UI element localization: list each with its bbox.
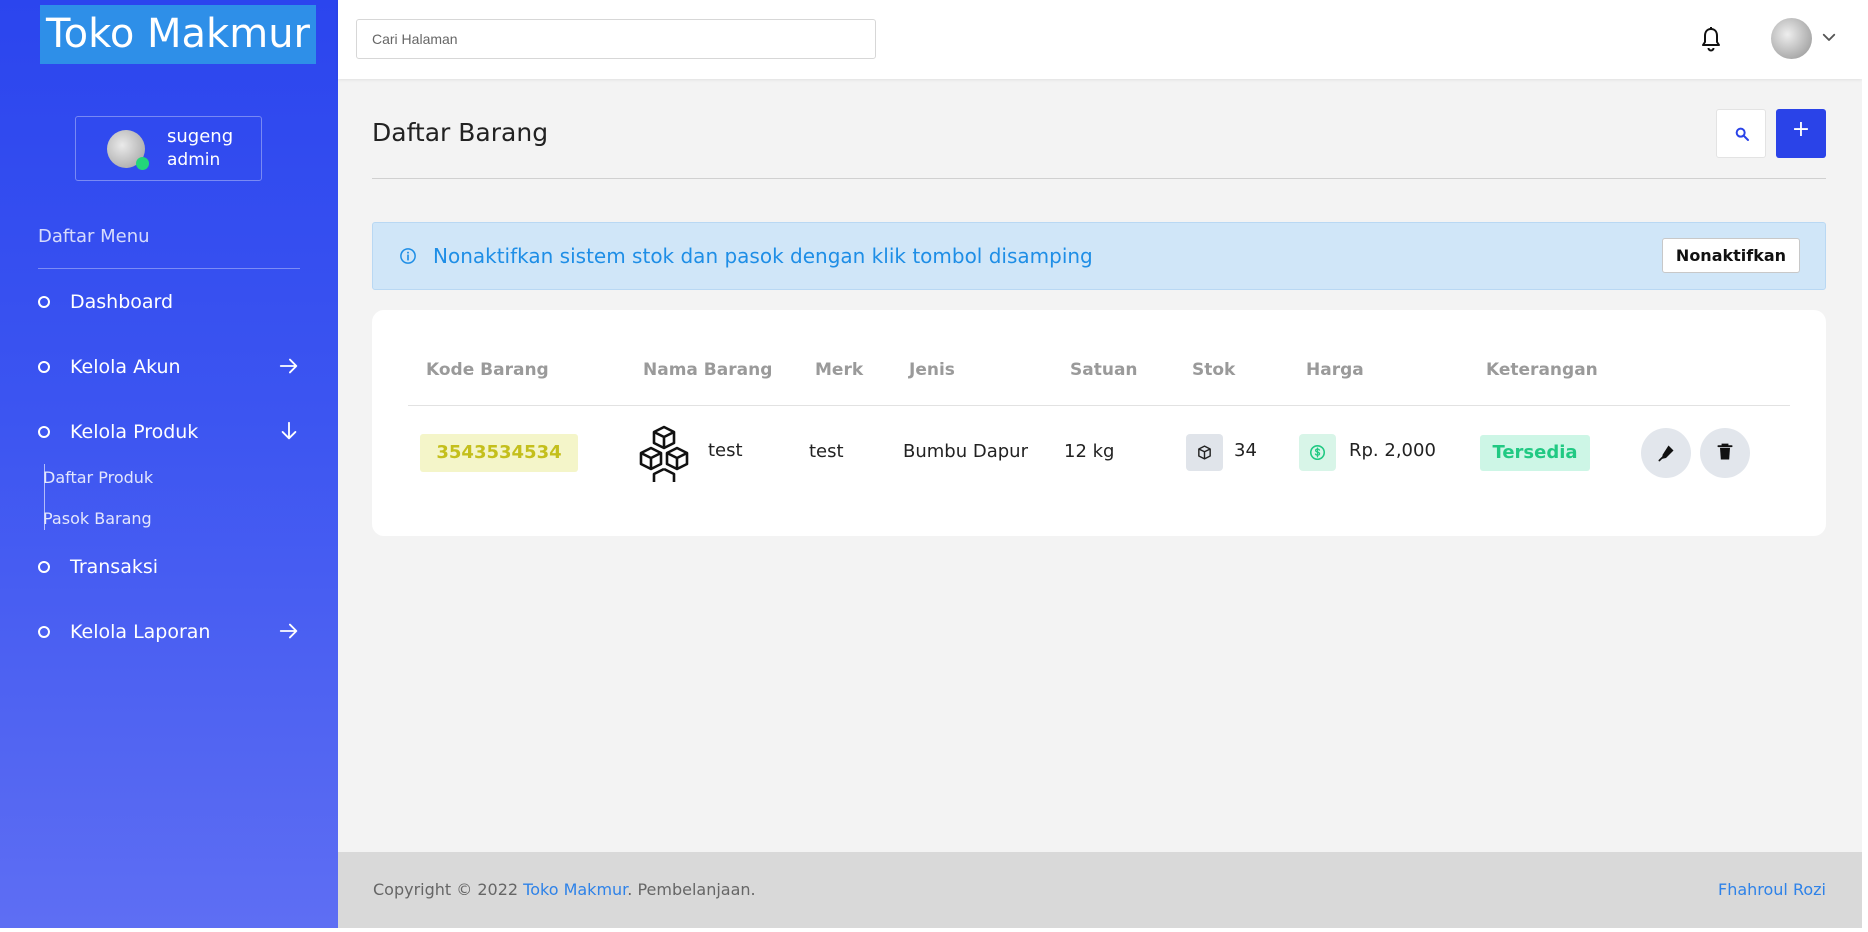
boxes-icon	[639, 425, 689, 482]
sidebar-item-kelola-laporan[interactable]: Kelola Laporan	[38, 612, 300, 652]
page-title: Daftar Barang	[372, 118, 549, 147]
column-header-kode: Kode Barang	[426, 360, 549, 380]
online-status-icon	[136, 157, 149, 170]
column-header-stok: Stok	[1192, 360, 1236, 380]
app-window: Toko Makmur sugeng admin Daftar Menu Das…	[0, 0, 1862, 928]
sidebar-item-label: Kelola Laporan	[70, 621, 211, 643]
user-name: sugeng	[167, 126, 234, 147]
item-code-badge: 3543534534	[420, 434, 578, 472]
footer-suffix: . Pembelanjaan.	[627, 880, 756, 899]
menu-divider	[38, 268, 300, 269]
item-unit: 12 kg	[1064, 441, 1115, 462]
price-icon-wrap	[1299, 434, 1336, 471]
chevron-down-icon[interactable]	[1820, 28, 1838, 46]
add-item-button[interactable]: +	[1776, 109, 1826, 158]
top-bar	[338, 0, 1862, 79]
search-icon	[1735, 127, 1749, 141]
footer-brand-link[interactable]: Toko Makmur	[523, 880, 627, 899]
sidebar-item-kelola-produk[interactable]: Kelola Produk	[38, 412, 300, 452]
column-header-jenis: Jenis	[909, 360, 955, 380]
disable-button[interactable]: Nonaktifkan	[1662, 238, 1800, 273]
info-alert: Nonaktifkan sistem stok dan pasok dengan…	[372, 222, 1826, 290]
author-link[interactable]: Fhahroul Rozi	[1718, 880, 1826, 899]
sidebar: Toko Makmur sugeng admin Daftar Menu Das…	[0, 0, 338, 928]
window-edge	[0, 928, 1868, 932]
sidebar-item-label: Kelola Akun	[70, 356, 181, 378]
info-icon	[400, 248, 416, 264]
item-type: Bumbu Dapur	[903, 441, 1028, 462]
item-price: Rp. 2,000	[1349, 440, 1436, 461]
status-badge: Tersedia	[1480, 435, 1590, 471]
arrow-right-icon	[279, 623, 298, 639]
delete-button[interactable]	[1700, 428, 1750, 478]
product-table: Kode Barang Nama Barang Merk Jenis Satua…	[372, 310, 1826, 536]
copyright-text: Copyright © 2022	[373, 880, 524, 899]
circle-icon	[38, 361, 50, 373]
bell-icon[interactable]	[1699, 26, 1723, 52]
sidebar-item-label: Dashboard	[70, 291, 174, 313]
sidebar-subitem-pasok-barang[interactable]: Pasok Barang	[43, 509, 152, 528]
sidebar-item-kelola-akun[interactable]: Kelola Akun	[38, 347, 300, 387]
column-header-merk: Merk	[815, 360, 864, 380]
circle-icon	[38, 426, 50, 438]
sidebar-item-label: Kelola Produk	[70, 421, 199, 443]
user-avatar[interactable]	[1771, 18, 1812, 59]
footer: Copyright © 2022 Toko Makmur. Pembelanja…	[338, 852, 1862, 928]
search-input[interactable]	[356, 19, 876, 59]
column-header-nama: Nama Barang	[643, 360, 773, 380]
alert-message: Nonaktifkan sistem stok dan pasok dengan…	[433, 244, 1093, 268]
table-header-divider	[408, 405, 1790, 406]
item-stock: 34	[1234, 440, 1257, 461]
sidebar-item-dashboard[interactable]: Dashboard	[38, 282, 300, 322]
column-header-keterangan: Keterangan	[1486, 360, 1598, 380]
column-header-satuan: Satuan	[1070, 360, 1138, 380]
column-header-harga: Harga	[1306, 360, 1364, 380]
sidebar-item-transaksi[interactable]: Transaksi	[38, 547, 300, 587]
arrow-right-icon	[279, 358, 298, 374]
cube-icon	[1198, 445, 1211, 460]
brand-logo[interactable]: Toko Makmur	[40, 5, 316, 64]
search-button[interactable]	[1716, 109, 1766, 158]
circle-icon	[38, 626, 50, 638]
item-name: test	[708, 440, 743, 461]
divider	[372, 178, 1826, 179]
circle-icon	[38, 296, 50, 308]
user-card: sugeng admin	[75, 116, 262, 181]
window-edge	[1862, 0, 1868, 932]
user-role: admin	[167, 150, 221, 170]
footer-copyright: Copyright © 2022 Toko Makmur. Pembelanja…	[373, 880, 756, 899]
arrow-down-icon	[281, 421, 297, 440]
edit-button[interactable]	[1641, 428, 1691, 478]
menu-heading: Daftar Menu	[38, 226, 150, 247]
trash-icon	[1717, 443, 1733, 460]
stock-icon-wrap	[1186, 434, 1223, 471]
item-brand: test	[809, 441, 844, 462]
pen-icon	[1658, 445, 1674, 462]
circle-icon	[38, 561, 50, 573]
sidebar-item-label: Transaksi	[70, 556, 159, 578]
dollar-circle-icon	[1309, 444, 1326, 461]
sidebar-subitem-daftar-produk[interactable]: Daftar Produk	[43, 468, 153, 487]
